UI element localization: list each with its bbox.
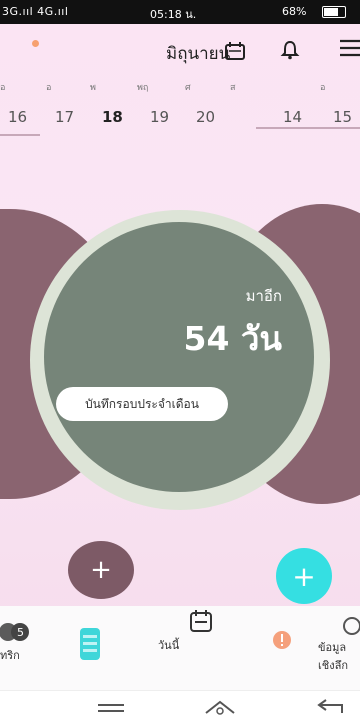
menu-icon[interactable] [334,36,360,60]
date-item[interactable]: 14 [283,108,302,126]
battery-icon [322,6,346,18]
weekday-label: อ [320,83,326,93]
nav-label-tricks[interactable]: ทริก [0,646,20,664]
weekday-label: อ [0,83,6,93]
weekday-label: อ [46,83,52,93]
back-icon[interactable] [314,699,344,715]
cycle-countdown-label: มาอีก [245,287,282,305]
home-icon[interactable] [204,699,236,715]
add-entry-button[interactable]: + [276,548,332,604]
status-time: 05:18 น. [150,8,197,21]
nav-label-today[interactable]: วันนี้ [158,636,179,654]
date-item[interactable]: 17 [55,108,74,126]
signal-indicator: 3G.ııl 4G.ııl [2,5,69,18]
weekday-label: พฤ [137,83,149,93]
plus-icon: + [292,559,316,593]
weekday-row: อ อ พ พฤ ศ ส อ [0,80,360,94]
date-item[interactable]: 16 [8,108,27,126]
nav-label-insights[interactable]: ข้อมูลเชิงลึก [318,638,360,674]
insights-icon[interactable] [340,616,360,636]
week-divider [0,134,40,136]
month-title[interactable]: มิถุนายน [166,40,230,67]
bell-icon[interactable] [280,40,300,60]
calendar-tab-icon[interactable] [78,626,102,662]
alert-icon[interactable] [272,630,292,650]
bottom-navigation: 5 ทริก วันนี้ ข้อมูลเชิงลึก [0,606,360,690]
date-item[interactable]: 20 [196,108,215,126]
add-button[interactable]: + [68,541,134,599]
log-period-button[interactable]: บันทึกรอบประจำเดือน [56,387,228,421]
calendar-icon[interactable] [225,42,245,60]
weekday-label: ส [230,83,236,93]
cycle-countdown-days: 54 วัน [183,319,282,358]
battery-percent: 68% [282,5,307,18]
notification-dot [32,40,39,47]
week-divider [256,127,360,129]
date-item[interactable]: 15 [333,108,352,126]
date-item-selected[interactable]: 18 [102,108,123,126]
tricks-icon: 5 [0,623,29,641]
today-icon[interactable] [190,610,212,632]
date-item[interactable]: 19 [150,108,169,126]
plus-icon: + [90,555,112,585]
weekday-label: พ [90,83,96,93]
svg-text:5: 5 [17,626,24,639]
menu-icon[interactable] [96,703,126,713]
system-navigation-bar [0,690,360,721]
weekday-label: ศ [185,83,191,93]
status-bar: 3G.ııl 4G.ııl 05:18 น. 68% [0,0,360,24]
app-screen: มิถุนายน อ อ พ พฤ ศ ส อ 16 17 18 19 20 1… [0,24,360,690]
